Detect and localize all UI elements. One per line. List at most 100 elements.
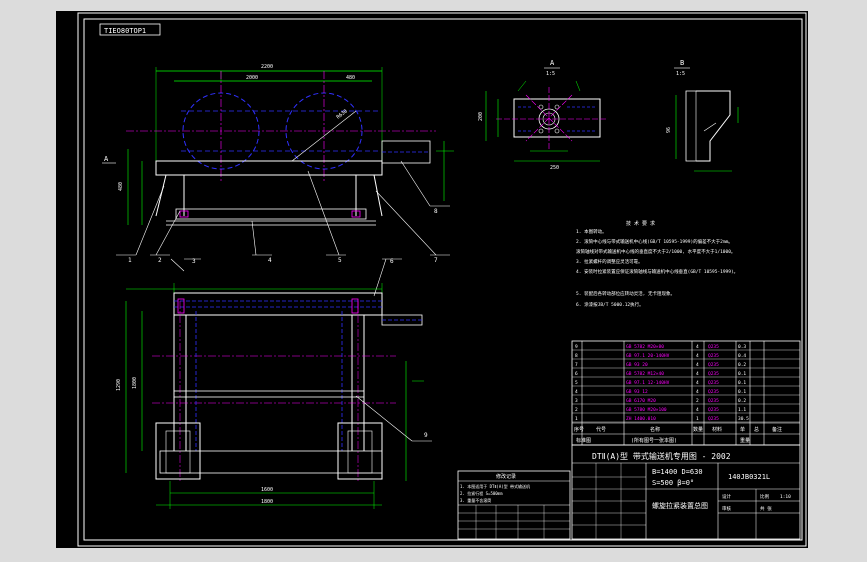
- tech-note-5: 4. 安装时拉紧装置应保证滚筒轴线与输送机中心线垂直(GB/T 10595-19…: [576, 268, 738, 275]
- bom-cell-qty: 4: [696, 389, 699, 395]
- detail-b-ref: 1:5: [676, 71, 685, 77]
- bom-cell-seq: 9: [575, 344, 578, 350]
- balloon-7: 7: [434, 257, 438, 264]
- bom-cell-qty: 4: [696, 362, 699, 368]
- bom-cell-material: Q235: [708, 407, 719, 413]
- title-design: 设计: [722, 493, 731, 500]
- title-block: DTⅡ(A)型 带式输送机专用图 - 2002 B=1400 D=630 S=5…: [571, 444, 801, 540]
- title-scale-value: 1:10: [780, 494, 791, 500]
- bom-cell-qty: 4: [696, 380, 699, 386]
- bom-cell-weight: 0.1: [738, 371, 746, 377]
- bom-header-w1: 单: [740, 426, 745, 433]
- dim-overall-top: 2200: [261, 64, 273, 70]
- bom-cell-qty: 4: [696, 407, 699, 413]
- change-row-3: 3. 重量不含滚筒: [460, 497, 491, 503]
- title-params-2: S=500 β=0°: [652, 479, 694, 487]
- title-name: 螺旋拉紧装置总图: [652, 501, 708, 510]
- title-sheet: 共 张: [760, 505, 772, 512]
- bom-cell-material: Q235: [708, 362, 719, 368]
- bom-cell-name: GB 5782 M20×80: [626, 344, 664, 350]
- bom-cell-seq: 8: [575, 353, 578, 359]
- dim-detail-a-w: 250: [550, 165, 559, 171]
- dim-plan-bottom: 1600: [261, 487, 273, 493]
- title-drawing-no: 140JB0321L: [728, 473, 770, 481]
- change-table: 修改记录 1. 本图适用于 DTⅡ(A)型 带式输送机 2. 拉紧行程 S=50…: [457, 470, 571, 540]
- bom-header-name: 名称: [650, 426, 660, 433]
- tech-note-4: 3. 拉紧螺杆的调整应灵活可靠。: [576, 258, 643, 265]
- bom-cell-name: GB 93 12: [626, 389, 648, 395]
- bom-header-note: 备注: [772, 426, 782, 433]
- balloon-5: 5: [338, 257, 342, 264]
- bom-cell-name: ZH 1400.010: [626, 416, 656, 422]
- bom-cell-name: GB 5780 M20×100: [626, 407, 667, 413]
- svg-text:R630: R630: [336, 108, 349, 120]
- drawing-tag: TIEO80TOP1: [104, 27, 146, 35]
- bom-cell-weight: 0.1: [738, 380, 746, 386]
- front-view: 2200 2000 480 R630 480 A 1 2 4 5 7 8: [102, 64, 454, 264]
- detail-b-label: B: [680, 59, 684, 67]
- bom-cell-material: Q235: [708, 353, 719, 359]
- balloon-3: 3: [192, 258, 196, 265]
- detail-a-ref: 1:5: [546, 71, 555, 77]
- bom-header-material: 材料: [712, 426, 722, 433]
- title-params-1: B=1400 D=630: [652, 468, 703, 476]
- balloon-1: 1: [128, 257, 132, 264]
- balloon-8: 8: [434, 208, 438, 215]
- bom-cell-material: Q235: [708, 371, 719, 377]
- bom-header-w2: 总: [754, 426, 759, 433]
- tech-note-7: 6. 涂漆按JB/T 5000.12执行。: [576, 301, 644, 308]
- plan-view: 3 6 1290 1800 1600 1800 9: [116, 258, 432, 509]
- bom-cell-seq: 2: [575, 407, 578, 413]
- bom-cell-weight: 0.4: [738, 353, 746, 359]
- title-main: DTⅡ(A)型 带式输送机专用图 - 2002: [592, 451, 731, 461]
- dim-plan-width: 1800: [132, 377, 138, 389]
- dim-height-left: 480: [118, 182, 124, 191]
- title-check: 审核: [722, 505, 731, 512]
- bom-cell-weight: 30.5: [738, 416, 749, 422]
- bom-cell-seq: 3: [575, 398, 578, 404]
- tech-note-6: 5. 装配后各转动部位应转动灵活, 无卡阻现象。: [576, 290, 675, 297]
- tech-note-1: 1. 本图转动。: [576, 228, 607, 235]
- front-view-label: A: [104, 155, 109, 163]
- bom-cell-weight: 0.2: [738, 398, 746, 404]
- detail-a-label: A: [550, 59, 555, 67]
- bom-cell-name: GB 93 20: [626, 362, 648, 368]
- cad-drawing: TIEO80TOP1 2200 2000 480 R630 480 A 1 2 …: [77, 12, 807, 547]
- cad-drawing-canvas: TIEO80TOP1 2200 2000 480 R630 480 A 1 2 …: [56, 11, 808, 548]
- bom-cell-material: Q235: [708, 380, 719, 386]
- dim-plan-bottom2: 1800: [261, 499, 273, 505]
- balloon-4: 4: [268, 257, 272, 264]
- change-table-title: 修改记录: [496, 473, 516, 480]
- bom-lower-1: 标准图: [576, 437, 591, 444]
- bom-cell-seq: 7: [575, 362, 578, 368]
- detail-b: B 1:5 96: [666, 59, 739, 172]
- bom-cell-name: GB 97.1 12-140HV: [626, 380, 670, 386]
- bom-cell-material: Q235: [708, 398, 719, 404]
- detail-a: A 1:5 250 200: [478, 59, 608, 171]
- bom-cell-seq: 1: [575, 416, 578, 422]
- balloon-6: 6: [390, 258, 394, 265]
- bom-cell-name: GB 5782 M12×40: [626, 371, 664, 377]
- bom-cell-weight: 0.2: [738, 362, 746, 368]
- tech-notes-title: 技 术 要 求: [626, 220, 655, 227]
- change-row-1: 1. 本图适用于 DTⅡ(A)型 带式输送机: [460, 483, 530, 489]
- title-scale: 比例: [760, 493, 769, 500]
- bom-cell-weight: 0.3: [738, 344, 746, 350]
- change-row-2: 2. 拉紧行程 S=500mm: [460, 490, 503, 496]
- balloon-2: 2: [158, 257, 162, 264]
- bom-cell-weight: 0.1: [738, 389, 746, 395]
- tech-note-2: 2. 滚筒中心线与带式输送机中心线(GB/T 10595-1999)的偏差不大于…: [576, 238, 733, 245]
- bom-table: 9 GB 5782 M20×80 4 Q235 0.3 8 GB 97.1 20-140HV…: [571, 340, 801, 446]
- bom-cell-qty: 2: [696, 398, 699, 404]
- bom-cell-material: Q235: [708, 389, 719, 395]
- inner-frame: [83, 18, 803, 541]
- bom-cell-seq: 6: [575, 371, 578, 377]
- bom-lower-2: (所有图号一张本图): [631, 437, 677, 444]
- bom-cell-qty: 4: [696, 371, 699, 377]
- bom-cell-material: Q235: [708, 344, 719, 350]
- bom-cell-name: GB 6170 M20: [626, 398, 656, 404]
- bom-header-seq: 序号: [574, 426, 584, 433]
- dim-top-sub2: 480: [346, 75, 355, 81]
- dim-detail-b-h: 96: [666, 127, 672, 133]
- bom-header-qty: 数量: [693, 426, 703, 433]
